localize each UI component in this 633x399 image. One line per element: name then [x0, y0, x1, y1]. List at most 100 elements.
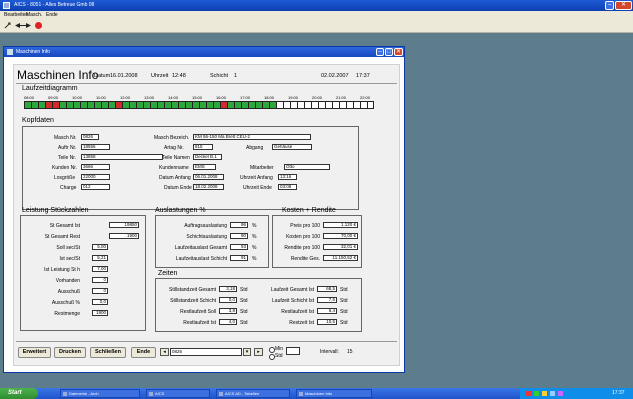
- window-maximize-button[interactable]: □: [385, 48, 393, 56]
- auslastung-field[interactable]: 96: [230, 222, 248, 228]
- time-tick-label: 20:00: [312, 95, 323, 100]
- tray-icon-3[interactable]: [542, 391, 547, 396]
- laufzeit-segment: [179, 102, 186, 108]
- abgang-field[interactable]: Gehäuse: [272, 144, 312, 150]
- masch-bezeich-label: Masch Bezeich.: [154, 135, 190, 141]
- tray-icon-4[interactable]: [550, 391, 555, 396]
- uhrzeit-label: Uhrzeit: [151, 73, 169, 79]
- zeiten-label: Stillstandzeit Gesamt: [169, 287, 216, 293]
- losgroesse-field[interactable]: 22000: [81, 174, 110, 180]
- task-aics[interactable]: AICS: [146, 389, 210, 398]
- datum-ende-field[interactable]: 18.02.2008: [193, 184, 224, 190]
- datum-anfang-field[interactable]: 06.01.2008: [193, 174, 224, 180]
- teile-nr-field[interactable]: 13858: [81, 154, 163, 160]
- window-titlebar: Maschinen Info – □ ✕: [4, 47, 404, 57]
- artag-nr-field[interactable]: 815: [193, 144, 213, 150]
- tray-icon-2[interactable]: [534, 391, 539, 396]
- mitarbeiter-field[interactable]: Otto: [284, 164, 330, 170]
- uhrzeit-ende-field[interactable]: 03:08: [278, 184, 297, 190]
- leistung-field[interactable]: 5,21: [92, 255, 108, 261]
- charge-field[interactable]: 012: [81, 184, 110, 190]
- laufzeit-segment: [60, 102, 67, 108]
- leistung-field[interactable]: 1900: [109, 233, 139, 239]
- next-arrow-button[interactable]: ▸: [254, 348, 263, 356]
- stop-icon[interactable]: [35, 22, 42, 29]
- dropdown-arrow-icon[interactable]: ▾: [243, 348, 251, 356]
- menu-ende[interactable]: Ende: [46, 12, 58, 18]
- task-maschinen-info[interactable]: Maschinen Info: [296, 389, 372, 398]
- laufzeit-segment: [95, 102, 102, 108]
- masch-nr-field[interactable]: 0826: [81, 134, 99, 140]
- leistung-field[interactable]: 7,00: [92, 266, 108, 272]
- kosten-field[interactable]: 32,01 €: [323, 244, 358, 250]
- abgang-label: Abgang: [246, 145, 264, 151]
- zeiten-field[interactable]: 68,5: [317, 286, 337, 292]
- menu-masch[interactable]: Masch.: [26, 12, 42, 18]
- page-title: Maschinen Info: [17, 68, 99, 82]
- tray-icon-1[interactable]: [526, 391, 531, 396]
- leistung-field[interactable]: 0: [92, 288, 108, 294]
- leistung-title: Leistung Stückzahlen: [22, 207, 89, 214]
- leistung-field[interactable]: 0,0: [92, 299, 108, 305]
- time-tick-label: 13:00: [144, 95, 155, 100]
- zeiten-field[interactable]: 3,18: [219, 286, 237, 292]
- window-minimize-button[interactable]: –: [376, 48, 384, 56]
- tray-icon-5[interactable]: [558, 391, 563, 396]
- drucken-button[interactable]: Drucken: [54, 347, 86, 358]
- auslastung-field[interactable]: 90: [230, 233, 248, 239]
- task-aics-ad[interactable]: AICS AD - Tabellen: [216, 389, 290, 398]
- masch-select[interactable]: 0826: [170, 348, 242, 356]
- tool-icon[interactable]: [4, 22, 11, 29]
- kosten-title: Kosten + Rendite: [282, 207, 336, 214]
- zeiten-label: Restlaufzeit Soll: [180, 309, 216, 315]
- zeiten-label: Restlaufzeit Ist: [281, 309, 314, 315]
- start-button[interactable]: Start: [0, 388, 38, 399]
- header-divider: [16, 83, 397, 84]
- leistung-field[interactable]: 19850: [109, 222, 139, 228]
- interval-box[interactable]: [286, 347, 300, 355]
- zeiten-field[interactable]: 6,4: [317, 308, 337, 314]
- kopfdaten-title: Kopfdaten: [22, 117, 54, 124]
- leistung-field[interactable]: 5,00: [92, 244, 108, 250]
- kosten-field[interactable]: 70,00 €: [323, 233, 358, 239]
- window-close-button[interactable]: ✕: [394, 48, 403, 56]
- auslastung-label: Auftragsauslastung: [184, 223, 227, 229]
- uhrzeit-anfang-label: Uhrzeit Anfang: [240, 175, 273, 181]
- kundenname-field[interactable]: EMS: [193, 164, 216, 170]
- leistung-label: Ist sec/St: [59, 256, 80, 262]
- close-button[interactable]: ✕: [615, 1, 632, 10]
- kosten-field[interactable]: 11.150,52 €: [323, 255, 358, 261]
- zeiten-field[interactable]: 7,5: [317, 297, 337, 303]
- zeiten-field[interactable]: 4,0: [219, 319, 237, 325]
- menu-bearbeiten[interactable]: Bearbeiten: [4, 12, 28, 18]
- uhrzeit-anfang-field[interactable]: 13:16: [278, 174, 297, 180]
- minimize-button[interactable]: –: [605, 1, 614, 10]
- leistung-label: Vorhanden: [55, 278, 80, 284]
- ende-button[interactable]: Ende: [131, 347, 156, 358]
- zeiten-field[interactable]: 3,8: [219, 308, 237, 314]
- zeiten-field[interactable]: 0,0: [219, 297, 237, 303]
- laufzeit-segment: [109, 102, 116, 108]
- auftr-nr-field[interactable]: 18556: [81, 144, 110, 150]
- time-tick-label: 15:00: [192, 95, 203, 100]
- leistung-label: Ausschuß %: [51, 300, 80, 306]
- kunden-nr-field[interactable]: 3666: [81, 164, 110, 170]
- kosten-field[interactable]: 1.120 €: [323, 222, 358, 228]
- arrows-icon[interactable]: [15, 23, 31, 28]
- teile-namen-field[interactable]: Deckel B.1: [193, 154, 222, 160]
- schliessen-button[interactable]: Schließen: [90, 347, 126, 358]
- leistung-field[interactable]: 0: [92, 277, 108, 283]
- auslastung-unit: %: [252, 256, 257, 262]
- erweitert-button[interactable]: Erweitert: [18, 347, 51, 358]
- laufzeit-segment: [32, 102, 39, 108]
- prev-arrow-button[interactable]: ◂: [160, 348, 169, 356]
- laufzeit-segment: [249, 102, 256, 108]
- zeiten-field[interactable]: 10,5: [317, 319, 337, 325]
- masch-bezeich-field[interactable]: KM 56-150 Ma Brett CEU-2: [193, 134, 311, 140]
- system-tray: 17:37: [520, 388, 633, 399]
- leistung-field[interactable]: 1900: [92, 310, 108, 316]
- task-dateneink[interactable]: Dateneink - Arch: [60, 389, 140, 398]
- toolbar: [0, 19, 633, 33]
- auslastung-field[interactable]: 93: [230, 244, 248, 250]
- auslastung-field[interactable]: 91: [230, 255, 248, 261]
